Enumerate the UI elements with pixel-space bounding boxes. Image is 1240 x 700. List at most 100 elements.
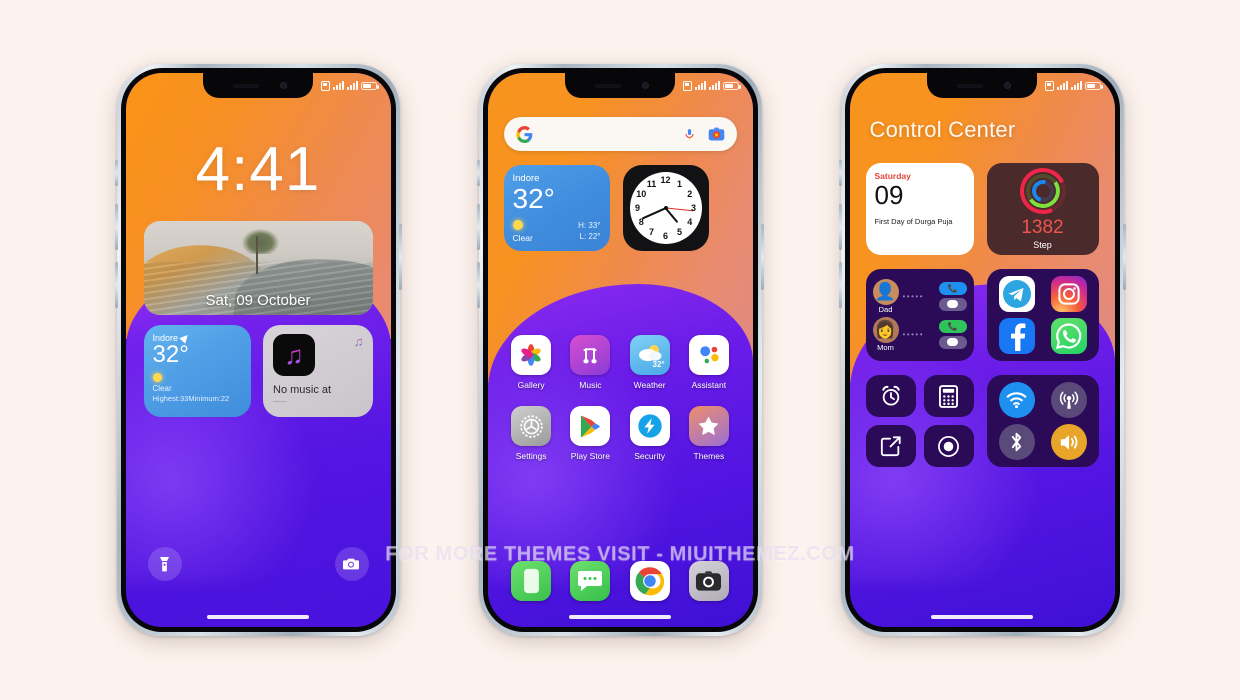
alarm-clock-button[interactable] <box>865 375 916 417</box>
calculator-button[interactable] <box>923 375 974 417</box>
app-music[interactable]: Music <box>561 335 620 390</box>
app-weather[interactable]: 32° Weather <box>620 335 679 390</box>
phone-call-icon[interactable]: 📞 <box>938 319 967 333</box>
phone-call-icon[interactable]: 📞 <box>938 281 967 295</box>
chrome-icon[interactable] <box>629 561 670 601</box>
clock-numeral: 8 <box>638 217 644 227</box>
notch <box>203 73 313 98</box>
sun-cloud-icon <box>512 220 523 230</box>
tools-grid <box>865 375 974 467</box>
lock-date: Sat, 09 October <box>205 292 311 309</box>
app-themes[interactable]: Themes <box>679 406 738 461</box>
instagram-icon[interactable] <box>1050 276 1087 312</box>
avatar-woman-icon: 👩 <box>872 316 899 343</box>
mute-switch[interactable] <box>838 160 842 186</box>
weather-widget[interactable]: Indore 32° Clear Highest:33Minimum:22 <box>143 325 251 417</box>
clock-numeral: 1 <box>676 178 683 189</box>
clock-numeral: 4 <box>687 217 693 227</box>
music-note-badge-icon: ♫ <box>353 334 364 349</box>
app-assistant[interactable]: Assistant <box>679 335 738 390</box>
control-center-row-1: Saturday 09 First Day of Durga Puja 1382… <box>865 161 1099 255</box>
message-bubble-icon[interactable] <box>938 335 967 349</box>
lock-screen[interactable]: 4:41 Sat, 09 October Indore 32° Clear Hi… <box>125 73 391 627</box>
status-bar <box>682 73 753 98</box>
volume-down-button[interactable] <box>114 262 118 308</box>
signal-bars-icon <box>694 81 706 90</box>
app-gallery[interactable]: Gallery <box>502 335 561 390</box>
contact-mom[interactable]: 👩 Mom ••••• 📞 <box>872 316 967 352</box>
google-search-bar[interactable] <box>503 117 737 151</box>
wifi-icon <box>1006 392 1027 409</box>
power-button[interactable] <box>760 224 764 290</box>
camera-icon <box>343 558 359 570</box>
phone-showcase: 4:41 Sat, 09 October Indore 32° Clear Hi… <box>0 0 1240 700</box>
volume-up-button[interactable] <box>476 204 480 250</box>
home-indicator[interactable] <box>207 615 309 619</box>
weather-temperature: 32° <box>152 341 189 368</box>
messages-icon[interactable] <box>570 561 611 601</box>
sim-icon <box>320 80 330 91</box>
contact-dots: ••••• <box>902 329 925 339</box>
volume-down-button[interactable] <box>838 262 842 308</box>
control-center-row-3 <box>865 375 1099 467</box>
mobile-data-toggle[interactable] <box>1050 382 1087 418</box>
phone-icon[interactable] <box>511 561 552 601</box>
app-play-store[interactable]: Play Store <box>561 406 620 461</box>
volume-up-button[interactable] <box>114 204 118 250</box>
step-unit: Step <box>1033 240 1052 250</box>
recorder-button[interactable] <box>923 425 974 467</box>
app-label: Security <box>634 451 665 461</box>
phone-home-screen: Indore 32° Clear H: 33° L: 22° 12 1 2 3 … <box>476 64 764 636</box>
signal-bars-icon-2 <box>708 81 720 90</box>
photo-widget[interactable]: Sat, 09 October <box>143 221 373 315</box>
mute-switch[interactable] <box>476 160 480 186</box>
app-settings[interactable]: Settings <box>502 406 561 461</box>
clock-numeral: 9 <box>634 203 641 213</box>
battery-icon <box>722 81 741 90</box>
google-g-icon <box>515 125 532 143</box>
facebook-icon[interactable] <box>998 318 1035 354</box>
home-screen[interactable]: Indore 32° Clear H: 33° L: 22° 12 1 2 3 … <box>487 73 753 627</box>
contacts-widget: 👤 Dad ••••• 📞 👩 Mom ••••• 📞 <box>865 269 974 361</box>
flashlight-button[interactable] <box>147 547 182 581</box>
home-indicator[interactable] <box>569 615 671 619</box>
status-bar <box>1044 73 1115 98</box>
power-button[interactable] <box>398 224 402 290</box>
weather-widget[interactable]: Indore 32° Clear H: 33° L: 22° <box>503 165 610 251</box>
volume-icon <box>1060 435 1077 450</box>
camera-app-icon[interactable] <box>688 561 729 601</box>
fitness-widget[interactable]: 1382 Step <box>986 161 1099 255</box>
app-grid: Gallery Music 32° Weather Assistant Sett… <box>502 335 739 461</box>
camera-button[interactable] <box>334 547 369 581</box>
bluetooth-toggle[interactable] <box>998 424 1035 460</box>
contact-dad[interactable]: 👤 Dad ••••• 📞 <box>872 278 967 314</box>
weather-high-low: Highest:33Minimum:22 <box>152 394 230 404</box>
telegram-icon[interactable] <box>998 276 1035 312</box>
volume-up-button[interactable] <box>838 204 842 250</box>
message-bubble-icon[interactable] <box>938 297 967 311</box>
activity-rings-icon <box>1013 161 1072 221</box>
alarm-clock-icon <box>881 385 900 406</box>
app-label: Weather <box>633 380 666 390</box>
control-center-screen[interactable]: Control Center Saturday 09 First Day of … <box>849 73 1115 627</box>
mute-switch[interactable] <box>114 160 118 186</box>
music-subtitle: —— <box>273 398 287 405</box>
music-title: No music at <box>273 384 332 396</box>
weather-high: H: 33° <box>578 221 601 231</box>
whatsapp-icon[interactable] <box>1050 318 1087 354</box>
notes-button[interactable] <box>865 425 916 467</box>
music-widget[interactable]: ♫ ♫ No music at —— <box>263 325 373 417</box>
contact-name: Mom <box>877 342 894 352</box>
power-button[interactable] <box>1122 224 1126 290</box>
signal-bars-icon <box>332 81 344 90</box>
analog-clock-widget[interactable]: 12 1 2 3 4 5 6 7 8 9 10 11 <box>622 165 709 251</box>
calendar-widget[interactable]: Saturday 09 First Day of Durga Puja <box>865 163 974 255</box>
volume-down-button[interactable] <box>476 262 480 308</box>
app-security[interactable]: Security <box>620 406 679 461</box>
weather-condition: Clear <box>512 233 533 243</box>
weather-icon-badge: 32° <box>652 360 665 369</box>
wifi-toggle[interactable] <box>998 382 1035 418</box>
home-indicator[interactable] <box>931 615 1033 619</box>
music-album-art: ♫ <box>273 334 315 376</box>
volume-toggle[interactable] <box>1050 424 1087 460</box>
